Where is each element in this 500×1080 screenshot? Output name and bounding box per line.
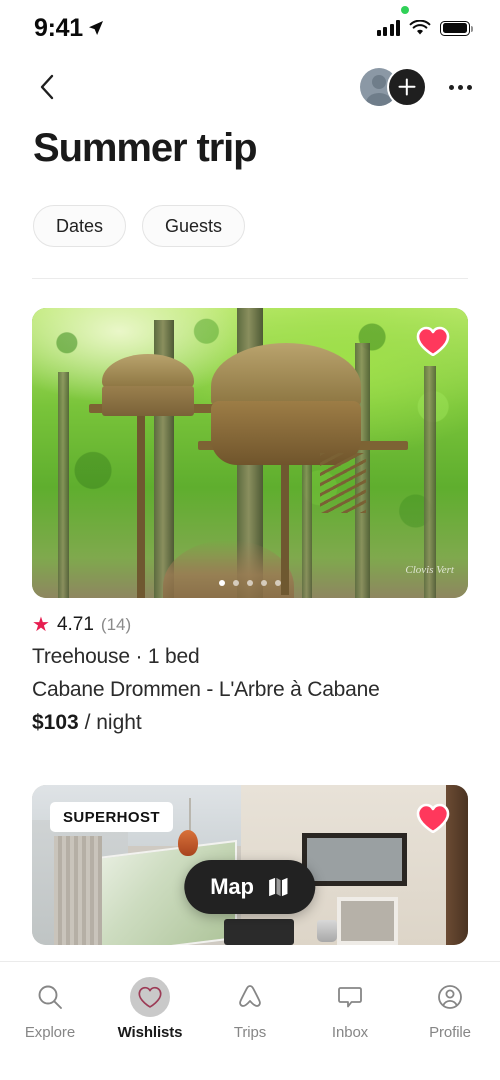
- carousel-dot[interactable]: [261, 580, 267, 586]
- tab-label: Explore: [24, 1024, 76, 1041]
- status-time-group: 9:41: [34, 14, 104, 43]
- airbnb-wishlist-screen: 9:41 Summer trip Dates Guests Clovis Ver…: [0, 0, 500, 1080]
- battery-full-icon: [440, 20, 474, 36]
- listing-name: Cabane Drommen - L'Arbre à Cabane: [32, 678, 380, 701]
- listing-price: $103 / night: [32, 711, 468, 735]
- photo-watermark: Clovis Vert: [405, 564, 454, 576]
- airbnb-belo-icon: [230, 977, 270, 1017]
- page-title: Summer trip: [33, 126, 258, 170]
- chip-guests[interactable]: Guests: [142, 205, 246, 247]
- save-to-wishlist-button[interactable]: [416, 326, 450, 357]
- nav-actions: [360, 67, 472, 107]
- listing-photo[interactable]: Clovis Vert: [32, 308, 468, 598]
- carousel-dot[interactable]: [247, 580, 253, 586]
- status-time: 9:41: [34, 13, 83, 42]
- navigation-bar: [0, 56, 500, 118]
- person-icon: [430, 977, 470, 1017]
- photo-carousel-dots[interactable]: [32, 580, 468, 586]
- cellular-signal-icon: [376, 20, 400, 36]
- header-divider: [32, 278, 468, 279]
- more-options-icon: [449, 84, 454, 90]
- green-recording-dot: [400, 6, 409, 14]
- tab-profile[interactable]: Profile: [400, 977, 500, 1041]
- status-bar: 9:41: [0, 0, 500, 56]
- collaborators-group[interactable]: [360, 67, 427, 107]
- star-icon: ★: [32, 614, 50, 636]
- message-icon: [330, 977, 370, 1017]
- heart-filled-icon: [416, 803, 450, 834]
- wifi-icon: [409, 20, 431, 35]
- carousel-dot[interactable]: [219, 580, 225, 586]
- carousel-dot[interactable]: [233, 580, 239, 586]
- listing-info: ★ 4.71 (14) Treehouse · 1 bed Cabane Dro…: [32, 614, 468, 735]
- tab-label: Profile: [429, 1024, 471, 1041]
- tab-label: Trips: [233, 1024, 267, 1041]
- price-suffix: / night: [84, 711, 142, 734]
- listing-rating: ★ 4.71 (14): [32, 614, 468, 636]
- price-amount: $103: [32, 711, 79, 734]
- map-folded-icon: [269, 877, 288, 897]
- treehouse-photo-illustration: [32, 308, 468, 598]
- tab-wishlists[interactable]: Wishlists: [100, 977, 200, 1041]
- chip-dates[interactable]: Dates: [33, 205, 127, 247]
- tab-trips[interactable]: Trips: [200, 977, 300, 1041]
- listing-type: Treehouse · 1 bed: [32, 645, 200, 668]
- carousel-dot[interactable]: [275, 580, 281, 586]
- filter-chips: Dates Guests: [33, 205, 246, 247]
- tab-explore[interactable]: Explore: [0, 977, 100, 1041]
- superhost-badge: SUPERHOST: [50, 802, 173, 832]
- review-count: (14): [100, 615, 132, 634]
- heart-icon: [130, 977, 170, 1017]
- more-options-button[interactable]: [449, 77, 472, 98]
- back-button[interactable]: [30, 70, 64, 104]
- tab-label: Wishlists: [117, 1024, 183, 1041]
- map-button-label: Map: [210, 874, 254, 899]
- status-indicators: [376, 6, 474, 36]
- search-icon: [30, 977, 70, 1017]
- location-arrow-icon: [88, 21, 103, 35]
- add-guest-button[interactable]: [387, 67, 427, 107]
- bottom-tab-bar: Explore Wishlists Trips Inbox Profile: [0, 961, 500, 1080]
- listing-card: Clovis Vert ★ 4.71 (14) Treehouse · 1 be…: [32, 308, 468, 735]
- chevron-left-icon: [40, 74, 54, 100]
- tab-label: Inbox: [331, 1024, 369, 1041]
- save-to-wishlist-button[interactable]: [416, 803, 450, 834]
- map-toggle-button[interactable]: Map: [184, 860, 316, 914]
- heart-filled-icon: [416, 326, 450, 357]
- rating-value: 4.71: [56, 614, 94, 635]
- tab-inbox[interactable]: Inbox: [300, 977, 400, 1041]
